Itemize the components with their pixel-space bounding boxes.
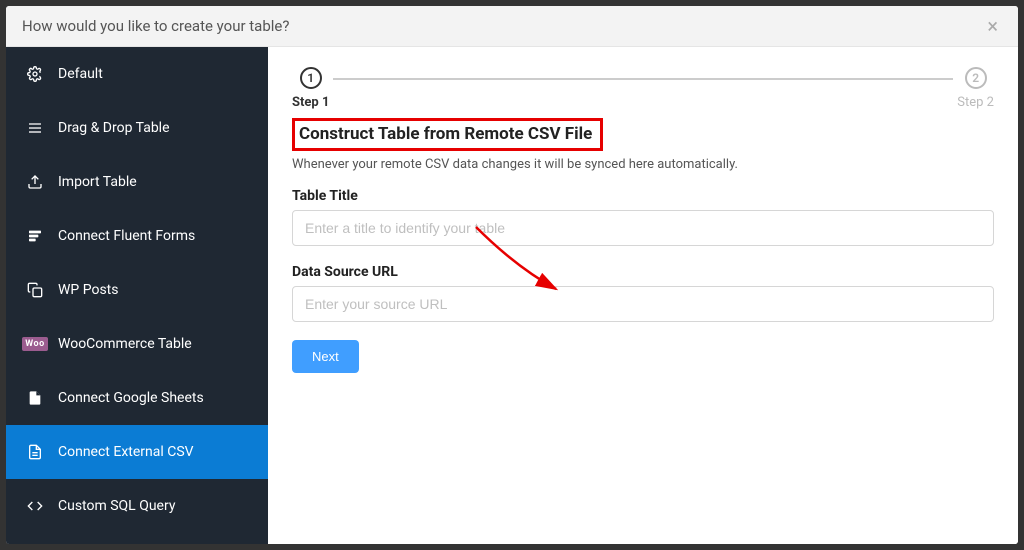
sidebar-item-label: Connect External CSV [58, 444, 194, 460]
step-2: 2 Step 2 [957, 67, 994, 110]
sidebar-item-label: WooCommerce Table [58, 336, 192, 352]
stepper: 1 Step 1 2 Step 2 [292, 67, 994, 110]
sidebar-item-drag-drop[interactable]: Drag & Drop Table [6, 101, 268, 155]
sidebar-item-google-sheets[interactable]: Connect Google Sheets [6, 371, 268, 425]
file-icon [26, 389, 44, 407]
woo-icon: Woo [26, 335, 44, 353]
sidebar-item-label: Custom SQL Query [58, 498, 175, 514]
page-heading: Construct Table from Remote CSV File [292, 118, 603, 151]
step-2-label: Step 2 [957, 95, 994, 110]
sidebar-item-woocommerce[interactable]: Woo WooCommerce Table [6, 317, 268, 371]
copy-icon [26, 281, 44, 299]
page-subtitle: Whenever your remote CSV data changes it… [292, 157, 994, 172]
upload-icon [26, 173, 44, 191]
sidebar: Default Drag & Drop Table Import Table C… [6, 47, 268, 544]
file-text-icon [26, 443, 44, 461]
sidebar-item-default[interactable]: Default [6, 47, 268, 101]
sidebar-item-label: Connect Google Sheets [58, 390, 204, 406]
sidebar-item-label: Drag & Drop Table [58, 120, 170, 136]
form-icon [26, 227, 44, 245]
step-1-circle: 1 [300, 67, 322, 89]
table-title-input[interactable] [292, 210, 994, 246]
data-source-url-input[interactable] [292, 286, 994, 322]
step-connector [333, 78, 953, 80]
sidebar-item-fluent-forms[interactable]: Connect Fluent Forms [6, 209, 268, 263]
modal-title: How would you like to create your table? [22, 17, 289, 35]
data-source-url-label: Data Source URL [292, 264, 994, 280]
main-panel: 1 Step 1 2 Step 2 Construct Table from R… [268, 47, 1018, 544]
close-icon[interactable]: × [983, 16, 1002, 36]
sidebar-item-external-csv[interactable]: Connect External CSV [6, 425, 268, 479]
create-table-modal: How would you like to create your table?… [6, 6, 1018, 544]
gear-icon [26, 65, 44, 83]
table-title-label: Table Title [292, 188, 994, 204]
menu-icon [26, 119, 44, 137]
sidebar-item-sql[interactable]: Custom SQL Query [6, 479, 268, 533]
step-1: 1 Step 1 [292, 67, 329, 110]
modal-header: How would you like to create your table?… [6, 6, 1018, 47]
step-2-circle: 2 [965, 67, 987, 89]
sidebar-item-label: Import Table [58, 174, 137, 190]
sidebar-item-label: Connect Fluent Forms [58, 228, 195, 244]
sidebar-item-import[interactable]: Import Table [6, 155, 268, 209]
code-icon [26, 497, 44, 515]
step-1-label: Step 1 [292, 95, 329, 110]
sidebar-item-wp-posts[interactable]: WP Posts [6, 263, 268, 317]
modal-body: Default Drag & Drop Table Import Table C… [6, 47, 1018, 544]
sidebar-item-label: WP Posts [58, 282, 118, 298]
next-button[interactable]: Next [292, 340, 359, 373]
sidebar-item-label: Default [58, 66, 103, 82]
